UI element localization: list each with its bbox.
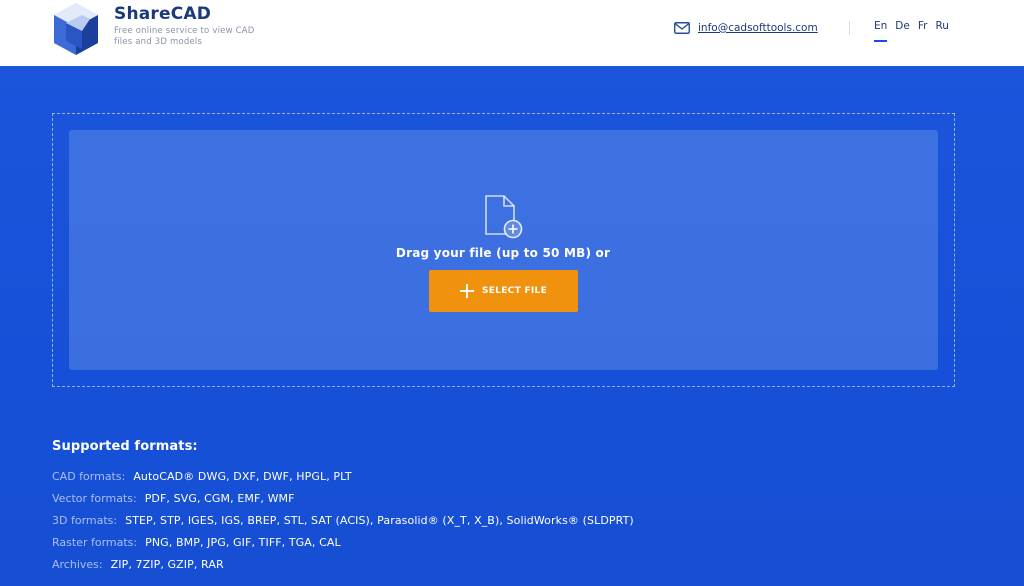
language-ru[interactable]: Ru [935,20,948,38]
mail-icon [674,22,690,34]
brand-tagline: Free online service to view CAD files an… [114,26,255,47]
site-header: ShareCAD Free online service to view CAD… [0,0,1024,66]
header-divider [849,21,850,35]
language-switcher: En De Fr Ru [874,20,949,42]
format-label: Vector formats: [52,492,137,505]
language-en[interactable]: En [874,20,888,42]
format-values: PNG, BMP, JPG, GIF, TIFF, TGA, CAL [145,536,341,549]
format-label: 3D formats: [52,514,118,527]
sharecad-logo-icon[interactable] [52,1,100,57]
format-label: Raster formats: [52,536,138,549]
language-fr[interactable]: Fr [918,20,928,38]
brand-name: ShareCAD [114,4,212,24]
format-values: AutoCAD® DWG, DXF, DWF, HPGL, PLT [133,470,352,483]
plus-icon [459,284,474,298]
format-values: PDF, SVG, CGM, EMF, WMF [144,492,295,505]
format-label: Archives: [52,558,103,571]
format-row-cad: CAD formats: AutoCAD® DWG, DXF, DWF, HPG… [52,470,352,483]
select-file-button[interactable]: SELECT FILE [429,270,578,312]
supported-formats-title: Supported formats: [52,439,198,454]
format-row-3d: 3D formats: STEP, STP, IGES, IGS, BREP, … [52,514,634,527]
format-row-archives: Archives: ZIP, 7ZIP, GZIP, RAR [52,558,224,571]
format-values: ZIP, 7ZIP, GZIP, RAR [110,558,224,571]
format-row-vector: Vector formats: PDF, SVG, CGM, EMF, WMF [52,492,295,505]
language-de[interactable]: De [895,20,910,38]
select-file-label: SELECT FILE [481,286,548,296]
contact-email-link[interactable]: info@cadsofttools.com [674,20,818,36]
contact-email-text: info@cadsofttools.com [698,22,818,34]
format-values: STEP, STP, IGES, IGS, BREP, STL, SAT (AC… [125,514,634,527]
drag-file-text: Drag your file (up to 50 MB) or [395,246,611,260]
format-label: CAD formats: [52,470,126,483]
format-row-raster: Raster formats: PNG, BMP, JPG, GIF, TIFF… [52,536,341,549]
file-add-icon [485,195,523,239]
